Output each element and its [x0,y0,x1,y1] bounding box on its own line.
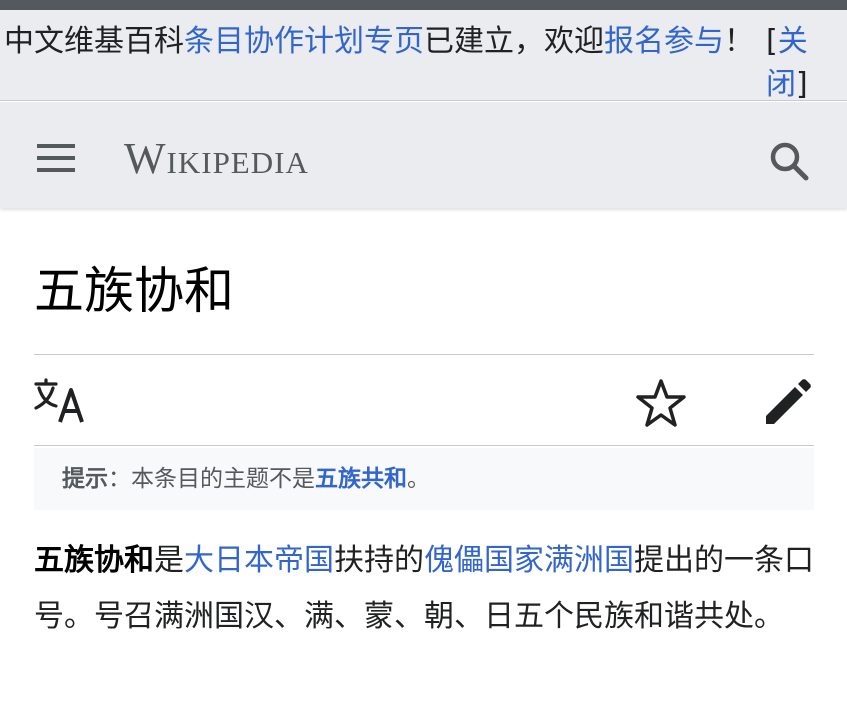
lead-bold-term: 五族协和 [34,543,154,578]
search-button[interactable] [758,130,822,186]
site-notice-text-part: 已建立，欢迎 [424,24,604,59]
page-title: 五族协和 [34,262,234,320]
hatnote-text: 本条目的主题不是 [131,466,315,492]
lead-text: 扶持的 [334,543,424,578]
hamburger-menu-icon [37,144,75,172]
hatnote-end: 。 [407,466,430,492]
hatnote-link[interactable]: 五族共和 [315,466,407,492]
language-icon [34,378,84,423]
bracket-close: ] [796,67,808,102]
search-icon [770,142,809,181]
wikipedia-wordmark[interactable]: Wikipedia [124,132,309,186]
watch-button[interactable] [634,377,688,431]
site-notice-text-part: 中文维基百科 [4,24,184,59]
site-notice-text-part: ！ [724,24,754,59]
collaboration-project-link[interactable]: 条目协作计划专页 [184,24,424,59]
puppet-state-link[interactable]: 傀儡国家 [424,543,544,578]
empire-of-japan-link[interactable]: 大日本帝国 [184,543,334,578]
lead-paragraph: 五族协和是大日本帝国扶持的傀儡国家满洲国提出的一条口号。号召满洲国汉、满、蒙、朝… [34,533,814,645]
site-header: Wikipedia [0,102,847,208]
lead-text: 是 [154,543,184,578]
actions-divider [34,445,814,446]
site-notice-banner: 中文维基百科条目协作计划专页已建立，欢迎报名参与！ [关闭] [0,10,847,102]
site-notice-dismiss: [关闭] [766,20,816,106]
sign-up-link[interactable]: 报名参与 [604,24,724,59]
bracket-open: [ [766,24,778,59]
star-icon [636,379,686,427]
language-button[interactable] [34,378,94,426]
site-notice-text: 中文维基百科条目协作计划专页已建立，欢迎报名参与！ [4,20,762,63]
main-menu-button[interactable] [24,130,88,186]
hatnote-label: 提示 [62,466,108,492]
hatnote-separator: ： [108,466,131,492]
edit-button[interactable] [760,376,814,430]
pencil-icon [766,379,811,424]
hatnote: 提示：本条目的主题不是五族共和。 [34,448,814,510]
title-divider [34,354,814,355]
top-status-strip [0,0,847,10]
manchukuo-link[interactable]: 满洲国 [544,543,634,578]
